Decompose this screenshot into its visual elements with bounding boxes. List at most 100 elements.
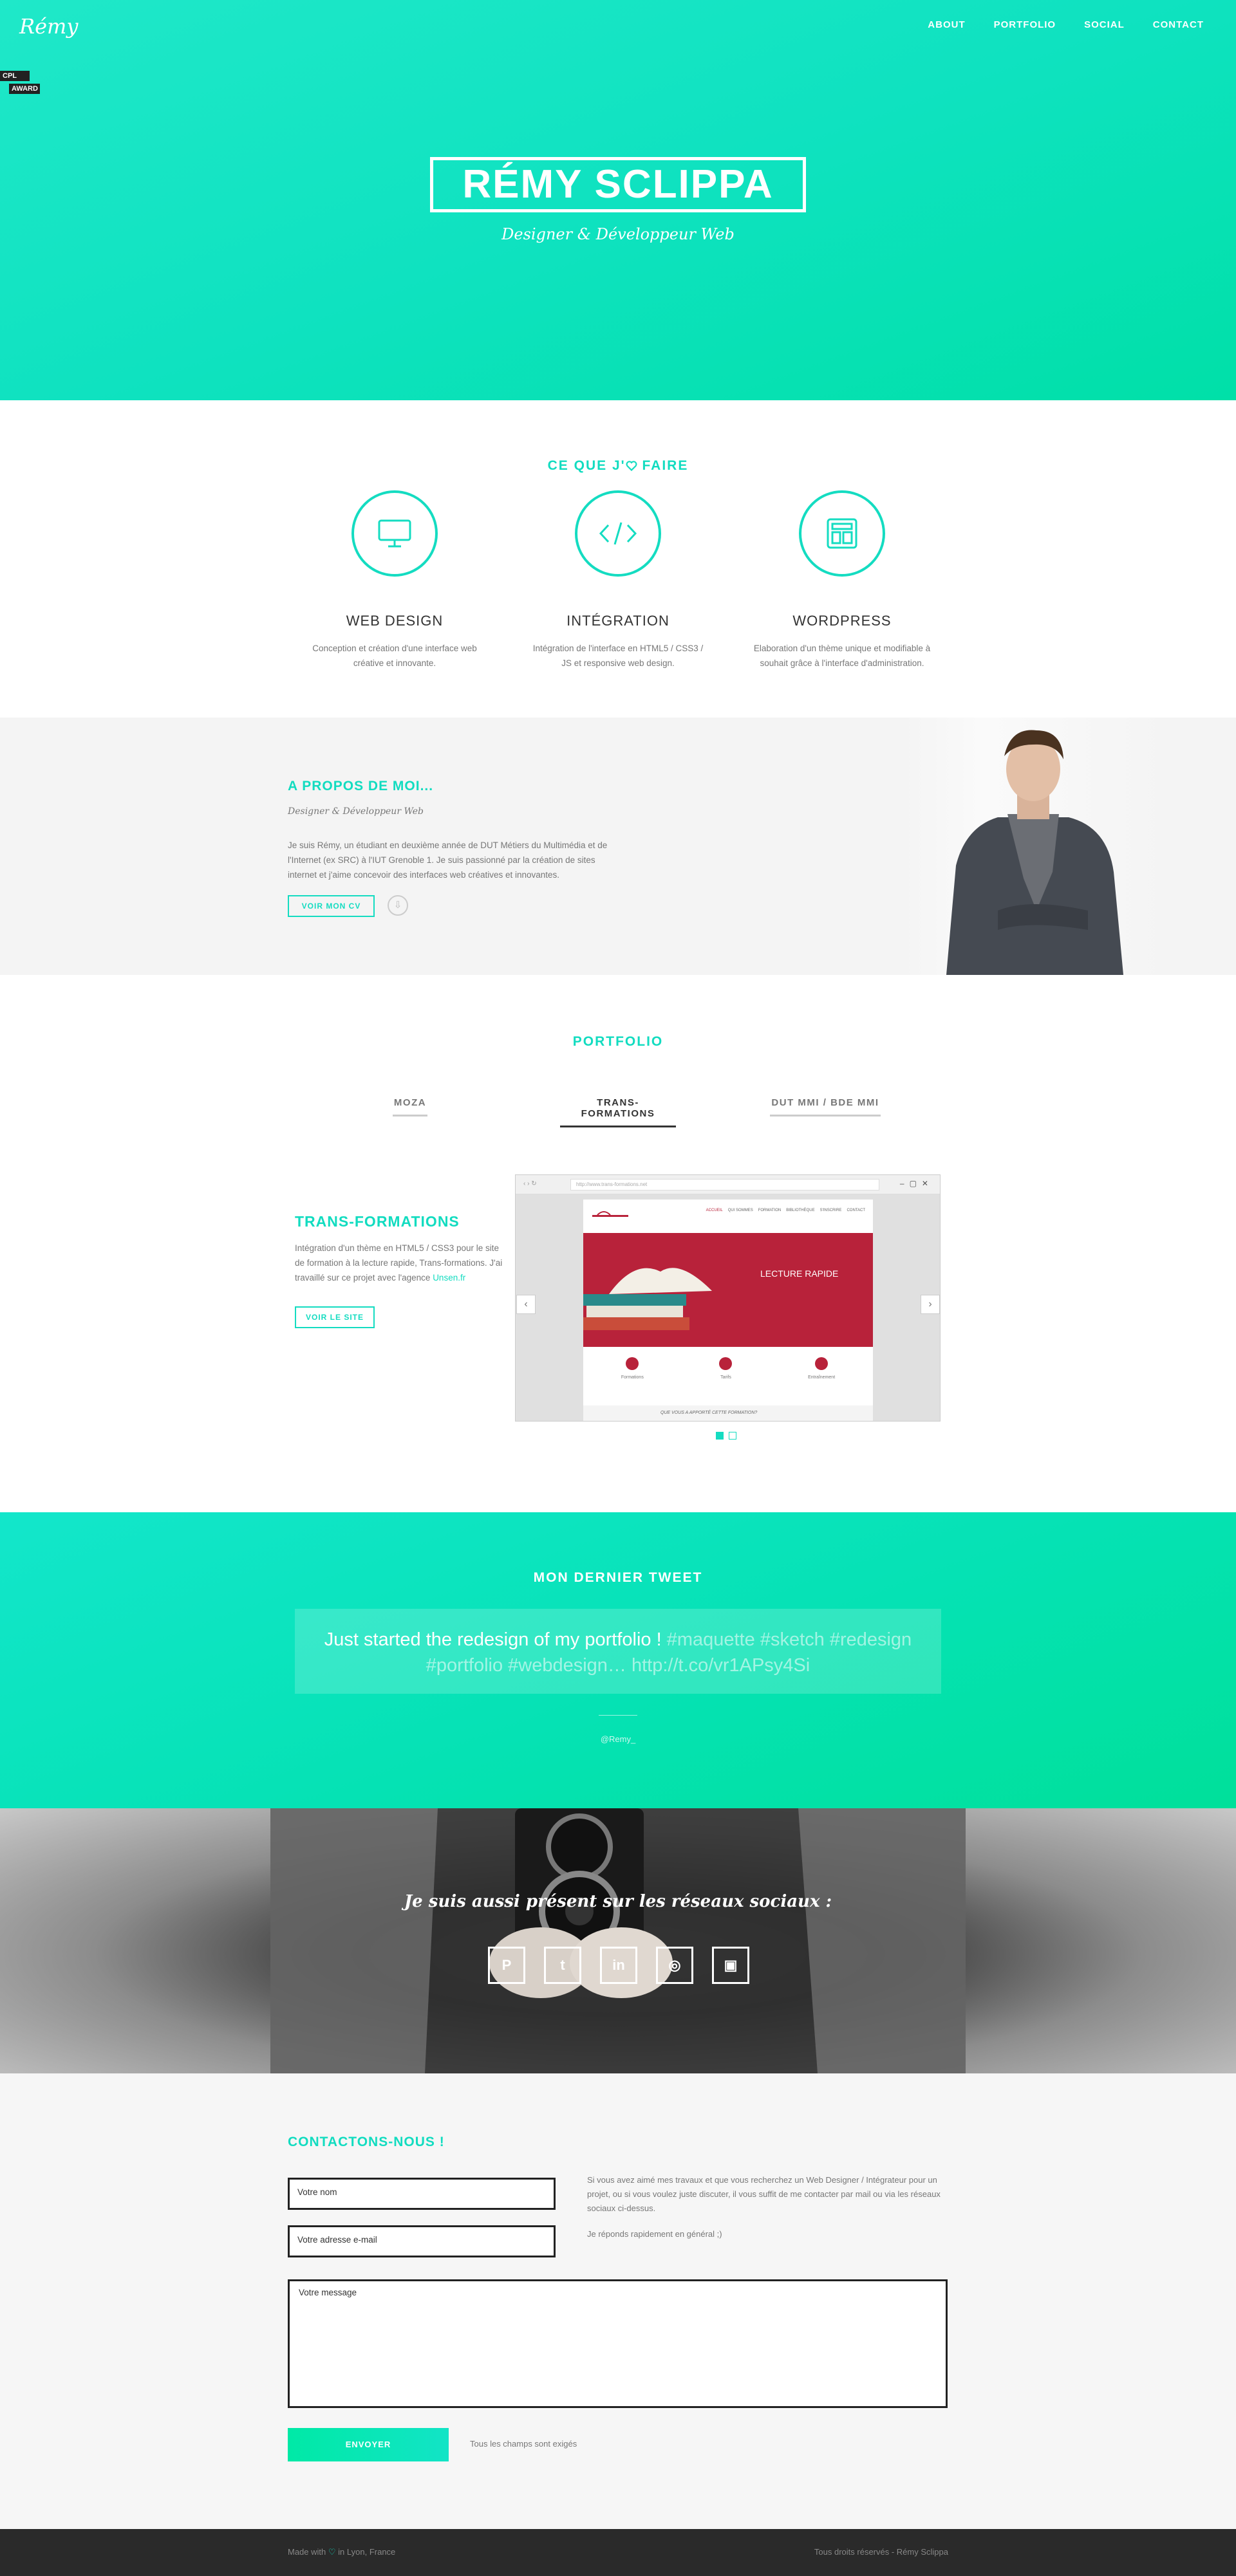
contact-info: Si vous avez aimé mes travaux et que vou… [587, 2173, 948, 2241]
contact-info-text: Si vous avez aimé mes travaux et que vou… [587, 2175, 941, 2213]
send-button[interactable]: ENVOYER [288, 2428, 449, 2461]
about-title: A PROPOS DE MOI... [288, 779, 434, 793]
visit-site-button[interactable]: VOIR LE SITE [295, 1306, 375, 1328]
linkedin-icon[interactable]: in [600, 1947, 637, 1984]
site-menu-item: BIBLIOTHÈQUE [786, 1209, 815, 1212]
window-controls-icon: –▢✕ [899, 1179, 933, 1188]
nav-social[interactable]: SOCIAL [1084, 19, 1125, 30]
services-title-before: CE QUE J' [547, 458, 626, 473]
site-menu-item: S'INSCRIRE [819, 1209, 842, 1212]
service-web-design: WEB DESIGN Conception et création d'une … [304, 490, 485, 671]
site-menu-item: CONTACT [847, 1209, 865, 1212]
prev-arrow-icon[interactable]: ‹ [516, 1295, 536, 1314]
site-menu-item: FORMATION [758, 1209, 782, 1212]
camera-photo [270, 1808, 966, 2073]
logo[interactable]: Rémy [19, 14, 78, 39]
project-text-body: Intégration d'un thème en HTML5 / CSS3 p… [295, 1243, 503, 1283]
portrait-photo [901, 718, 1172, 975]
required-note: Tous les champs sont exigés [470, 2439, 577, 2449]
dribbble-icon[interactable]: ◎ [656, 1947, 693, 1984]
pinterest-icon[interactable]: P [488, 1947, 525, 1984]
nav-contact[interactable]: CONTACT [1153, 19, 1204, 30]
main-nav: ABOUT PORTFOLIO SOCIAL CONTACT [928, 19, 1204, 30]
site-feature-label: Entraînement [808, 1375, 836, 1380]
hero-subtitle: Designer & Développeur Web [501, 225, 735, 243]
site-screenshot: ACCUEIL QUI SOMMES FORMATION BIBLIOTHÈQU… [583, 1200, 873, 1421]
service-integration: INTÉGRATION Intégration de l'interface e… [528, 490, 708, 671]
monitor-icon [351, 490, 438, 577]
services-title-after: FAIRE [637, 458, 689, 473]
portfolio-section: PORTFOLIO MOZA TRANS-FORMATIONS DUT MMI … [0, 975, 1236, 1512]
award-badge-top: CPL [0, 71, 30, 81]
email-field[interactable]: Votre adresse e-mail [288, 2225, 556, 2257]
site-features: Formations Tarifs Entraînement [583, 1357, 873, 1380]
contact-info-reply: Je réponds rapidement en général ;) [587, 2229, 722, 2239]
nav-portfolio[interactable]: PORTFOLIO [994, 19, 1056, 30]
name-field[interactable]: Votre nom [288, 2178, 556, 2210]
tab-trans-formations[interactable]: TRANS-FORMATIONS [560, 1097, 676, 1127]
footer-made-with: Made with [288, 2547, 326, 2557]
award-badge[interactable]: CPL AWARD [0, 71, 40, 97]
instagram-icon[interactable]: ▣ [712, 1947, 749, 1984]
site-footer-question: QUE VOUS A APPORTÉ CETTE FORMATION? [583, 1405, 873, 1421]
award-badge-bottom: AWARD [9, 84, 40, 94]
carousel-dot[interactable] [716, 1432, 724, 1440]
browser-url: http://www.trans-formations.net [570, 1179, 879, 1191]
site-banner: LECTURE RAPIDE [583, 1233, 873, 1347]
footer-location: in Lyon, France [338, 2547, 396, 2557]
heart-icon [626, 459, 637, 475]
service-title: WORDPRESS [792, 613, 892, 629]
tweet-title: MON DERNIER TWEET [533, 1570, 703, 1585]
message-field[interactable]: Votre message [288, 2279, 948, 2408]
social-quote: Je suis aussi présent sur les réseaux so… [404, 1892, 832, 1911]
site-menu: ACCUEIL QUI SOMMES FORMATION BIBLIOTHÈQU… [706, 1209, 865, 1212]
service-text: Intégration de l'interface en HTML5 / CS… [532, 644, 704, 668]
site-logo [591, 1209, 630, 1218]
hero-section: Rémy ABOUT PORTFOLIO SOCIAL CONTACT CPL … [0, 0, 1236, 400]
browser-mockup: ‹ › ↻ http://www.trans-formations.net –▢… [515, 1174, 941, 1422]
browser-bar: ‹ › ↻ http://www.trans-formations.net –▢… [516, 1175, 940, 1194]
books-illustration [583, 1268, 712, 1330]
twitter-icon[interactable]: t [544, 1947, 581, 1984]
footer-rights: Tous droits réservés - Rémy Sclippa [814, 2547, 948, 2557]
tab-dut-mmi[interactable]: DUT MMI / BDE MMI [770, 1097, 881, 1117]
carousel-dot[interactable] [729, 1432, 736, 1440]
view-cv-button[interactable]: VOIR MON CV [288, 895, 375, 917]
service-title: WEB DESIGN [346, 613, 444, 629]
divider [599, 1715, 637, 1716]
services-title: CE QUE J' FAIRE [0, 458, 1236, 475]
heart-icon: ♡ [328, 2547, 336, 2557]
code-icon [575, 490, 661, 577]
tweet-box: Just started the redesign of my portfoli… [295, 1609, 941, 1694]
next-arrow-icon[interactable]: › [921, 1295, 940, 1314]
portfolio-title: PORTFOLIO [572, 1034, 664, 1049]
service-wordpress: WORDPRESS Elaboration d'un thème unique … [752, 490, 932, 671]
twitter-handle[interactable]: @Remy_ [0, 1734, 1236, 1744]
footer-left: Made with ♡ in Lyon, France [288, 2547, 395, 2557]
site-feature: Formations [621, 1357, 644, 1380]
social-section: Je suis aussi présent sur les réseaux so… [0, 1808, 1236, 2073]
social-icons: P t in ◎ ▣ [488, 1947, 749, 1984]
tweet-body: Just started the redesign of my portfoli… [324, 1629, 667, 1650]
banner-title: LECTURE RAPIDE [760, 1268, 839, 1279]
footer: Made with ♡ in Lyon, France Tous droits … [0, 2529, 1236, 2576]
about-subtitle: Designer & Développeur Web [288, 806, 424, 817]
tweet-text: Just started the redesign of my portfoli… [295, 1627, 941, 1678]
agency-link[interactable]: Unsen.fr [433, 1273, 465, 1283]
contact-section: CONTACTONS-NOUS ! Votre nom Votre adress… [0, 2073, 1236, 2529]
service-text: Elaboration d'un thème unique et modifia… [753, 644, 931, 668]
site-menu-item: QUI SOMMES [727, 1209, 753, 1212]
about-section: A PROPOS DE MOI... Designer & Développeu… [0, 718, 1236, 975]
site-menu-item: ACCUEIL [706, 1209, 723, 1212]
services-section: CE QUE J' FAIRE WEB DESIGN Conception et… [0, 400, 1236, 718]
layout-icon [799, 490, 885, 577]
service-text: Conception et création d'une interface w… [312, 644, 477, 668]
service-title: INTÉGRATION [566, 613, 670, 629]
nav-about[interactable]: ABOUT [928, 19, 965, 30]
tweet-section: MON DERNIER TWEET Just started the redes… [0, 1512, 1236, 1808]
site-feature: Tarifs [719, 1357, 733, 1380]
download-icon[interactable]: ⇩ [388, 895, 408, 916]
site-feature-label: Tarifs [720, 1375, 731, 1380]
tab-moza[interactable]: MOZA [393, 1097, 427, 1117]
carousel-dots [716, 1432, 736, 1440]
